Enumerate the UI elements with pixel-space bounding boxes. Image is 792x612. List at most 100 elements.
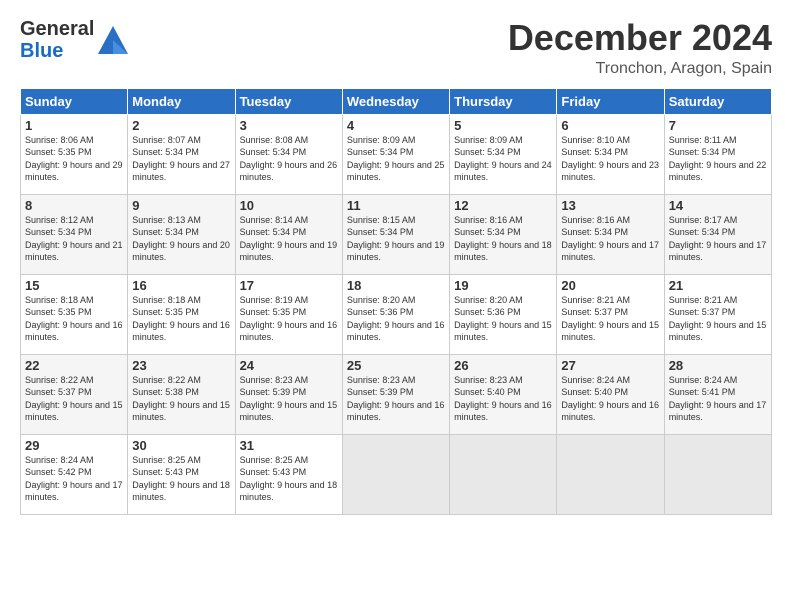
location: Tronchon, Aragon, Spain <box>508 60 772 78</box>
logo-icon <box>98 26 128 54</box>
day-number: 21 <box>669 278 767 293</box>
day-number: 9 <box>132 198 230 213</box>
logo-general: General <box>20 18 94 40</box>
calendar-cell: 2Sunrise: 8:07 AMSunset: 5:34 PMDaylight… <box>128 114 235 194</box>
calendar-cell: 3Sunrise: 8:08 AMSunset: 5:34 PMDaylight… <box>235 114 342 194</box>
calendar-table: SundayMondayTuesdayWednesdayThursdayFrid… <box>20 88 772 515</box>
day-number: 19 <box>454 278 552 293</box>
day-number: 7 <box>669 118 767 133</box>
calendar-cell: 20Sunrise: 8:21 AMSunset: 5:37 PMDayligh… <box>557 274 664 354</box>
cell-info: Sunrise: 8:23 AMSunset: 5:39 PMDaylight:… <box>240 374 338 424</box>
cell-info: Sunrise: 8:23 AMSunset: 5:39 PMDaylight:… <box>347 374 445 424</box>
calendar-cell: 28Sunrise: 8:24 AMSunset: 5:41 PMDayligh… <box>664 354 771 434</box>
cell-info: Sunrise: 8:21 AMSunset: 5:37 PMDaylight:… <box>561 294 659 344</box>
header: General Blue December 2024 Tronchon, Ara… <box>20 18 772 78</box>
day-number: 22 <box>25 358 123 373</box>
cell-info: Sunrise: 8:13 AMSunset: 5:34 PMDaylight:… <box>132 214 230 264</box>
cell-info: Sunrise: 8:21 AMSunset: 5:37 PMDaylight:… <box>669 294 767 344</box>
cell-info: Sunrise: 8:24 AMSunset: 5:40 PMDaylight:… <box>561 374 659 424</box>
cell-info: Sunrise: 8:23 AMSunset: 5:40 PMDaylight:… <box>454 374 552 424</box>
calendar-cell: 30Sunrise: 8:25 AMSunset: 5:43 PMDayligh… <box>128 434 235 514</box>
day-number: 29 <box>25 438 123 453</box>
cell-info: Sunrise: 8:24 AMSunset: 5:41 PMDaylight:… <box>669 374 767 424</box>
day-number: 23 <box>132 358 230 373</box>
cell-info: Sunrise: 8:25 AMSunset: 5:43 PMDaylight:… <box>132 454 230 504</box>
calendar-cell: 11Sunrise: 8:15 AMSunset: 5:34 PMDayligh… <box>342 194 449 274</box>
day-of-week-thursday: Thursday <box>450 88 557 114</box>
calendar-cell: 16Sunrise: 8:18 AMSunset: 5:35 PMDayligh… <box>128 274 235 354</box>
day-number: 31 <box>240 438 338 453</box>
day-of-week-saturday: Saturday <box>664 88 771 114</box>
calendar-cell: 10Sunrise: 8:14 AMSunset: 5:34 PMDayligh… <box>235 194 342 274</box>
calendar-week-row: 22Sunrise: 8:22 AMSunset: 5:37 PMDayligh… <box>21 354 772 434</box>
cell-info: Sunrise: 8:07 AMSunset: 5:34 PMDaylight:… <box>132 134 230 184</box>
calendar-cell: 1Sunrise: 8:06 AMSunset: 5:35 PMDaylight… <box>21 114 128 194</box>
day-number: 30 <box>132 438 230 453</box>
day-number: 26 <box>454 358 552 373</box>
cell-info: Sunrise: 8:18 AMSunset: 5:35 PMDaylight:… <box>25 294 123 344</box>
cell-info: Sunrise: 8:08 AMSunset: 5:34 PMDaylight:… <box>240 134 338 184</box>
cell-info: Sunrise: 8:10 AMSunset: 5:34 PMDaylight:… <box>561 134 659 184</box>
calendar-cell <box>342 434 449 514</box>
calendar-cell: 6Sunrise: 8:10 AMSunset: 5:34 PMDaylight… <box>557 114 664 194</box>
day-number: 24 <box>240 358 338 373</box>
day-of-week-monday: Monday <box>128 88 235 114</box>
day-number: 8 <box>25 198 123 213</box>
day-of-week-friday: Friday <box>557 88 664 114</box>
cell-info: Sunrise: 8:15 AMSunset: 5:34 PMDaylight:… <box>347 214 445 264</box>
calendar-container: General Blue December 2024 Tronchon, Ara… <box>0 0 792 612</box>
logo-blue: Blue <box>20 40 94 62</box>
calendar-cell: 9Sunrise: 8:13 AMSunset: 5:34 PMDaylight… <box>128 194 235 274</box>
cell-info: Sunrise: 8:09 AMSunset: 5:34 PMDaylight:… <box>454 134 552 184</box>
day-number: 5 <box>454 118 552 133</box>
calendar-cell: 5Sunrise: 8:09 AMSunset: 5:34 PMDaylight… <box>450 114 557 194</box>
calendar-cell: 29Sunrise: 8:24 AMSunset: 5:42 PMDayligh… <box>21 434 128 514</box>
day-number: 17 <box>240 278 338 293</box>
cell-info: Sunrise: 8:16 AMSunset: 5:34 PMDaylight:… <box>561 214 659 264</box>
cell-info: Sunrise: 8:19 AMSunset: 5:35 PMDaylight:… <box>240 294 338 344</box>
cell-info: Sunrise: 8:20 AMSunset: 5:36 PMDaylight:… <box>454 294 552 344</box>
day-number: 15 <box>25 278 123 293</box>
calendar-cell: 14Sunrise: 8:17 AMSunset: 5:34 PMDayligh… <box>664 194 771 274</box>
day-number: 4 <box>347 118 445 133</box>
day-number: 18 <box>347 278 445 293</box>
day-number: 28 <box>669 358 767 373</box>
cell-info: Sunrise: 8:09 AMSunset: 5:34 PMDaylight:… <box>347 134 445 184</box>
day-number: 20 <box>561 278 659 293</box>
day-number: 10 <box>240 198 338 213</box>
day-number: 2 <box>132 118 230 133</box>
cell-info: Sunrise: 8:25 AMSunset: 5:43 PMDaylight:… <box>240 454 338 504</box>
cell-info: Sunrise: 8:14 AMSunset: 5:34 PMDaylight:… <box>240 214 338 264</box>
calendar-cell: 4Sunrise: 8:09 AMSunset: 5:34 PMDaylight… <box>342 114 449 194</box>
calendar-cell: 22Sunrise: 8:22 AMSunset: 5:37 PMDayligh… <box>21 354 128 434</box>
day-number: 1 <box>25 118 123 133</box>
day-number: 6 <box>561 118 659 133</box>
day-number: 13 <box>561 198 659 213</box>
day-number: 3 <box>240 118 338 133</box>
day-number: 25 <box>347 358 445 373</box>
calendar-week-row: 15Sunrise: 8:18 AMSunset: 5:35 PMDayligh… <box>21 274 772 354</box>
month-title: December 2024 <box>508 18 772 58</box>
calendar-cell: 31Sunrise: 8:25 AMSunset: 5:43 PMDayligh… <box>235 434 342 514</box>
day-number: 14 <box>669 198 767 213</box>
cell-info: Sunrise: 8:16 AMSunset: 5:34 PMDaylight:… <box>454 214 552 264</box>
calendar-cell: 13Sunrise: 8:16 AMSunset: 5:34 PMDayligh… <box>557 194 664 274</box>
calendar-cell: 24Sunrise: 8:23 AMSunset: 5:39 PMDayligh… <box>235 354 342 434</box>
calendar-cell <box>450 434 557 514</box>
calendar-cell: 12Sunrise: 8:16 AMSunset: 5:34 PMDayligh… <box>450 194 557 274</box>
calendar-week-row: 29Sunrise: 8:24 AMSunset: 5:42 PMDayligh… <box>21 434 772 514</box>
cell-info: Sunrise: 8:06 AMSunset: 5:35 PMDaylight:… <box>25 134 123 184</box>
cell-info: Sunrise: 8:11 AMSunset: 5:34 PMDaylight:… <box>669 134 767 184</box>
day-number: 11 <box>347 198 445 213</box>
calendar-header-row: SundayMondayTuesdayWednesdayThursdayFrid… <box>21 88 772 114</box>
calendar-week-row: 1Sunrise: 8:06 AMSunset: 5:35 PMDaylight… <box>21 114 772 194</box>
cell-info: Sunrise: 8:20 AMSunset: 5:36 PMDaylight:… <box>347 294 445 344</box>
calendar-cell: 19Sunrise: 8:20 AMSunset: 5:36 PMDayligh… <box>450 274 557 354</box>
calendar-cell: 21Sunrise: 8:21 AMSunset: 5:37 PMDayligh… <box>664 274 771 354</box>
title-block: December 2024 Tronchon, Aragon, Spain <box>508 18 772 78</box>
calendar-cell: 27Sunrise: 8:24 AMSunset: 5:40 PMDayligh… <box>557 354 664 434</box>
calendar-week-row: 8Sunrise: 8:12 AMSunset: 5:34 PMDaylight… <box>21 194 772 274</box>
calendar-cell <box>557 434 664 514</box>
calendar-cell: 8Sunrise: 8:12 AMSunset: 5:34 PMDaylight… <box>21 194 128 274</box>
calendar-cell: 26Sunrise: 8:23 AMSunset: 5:40 PMDayligh… <box>450 354 557 434</box>
